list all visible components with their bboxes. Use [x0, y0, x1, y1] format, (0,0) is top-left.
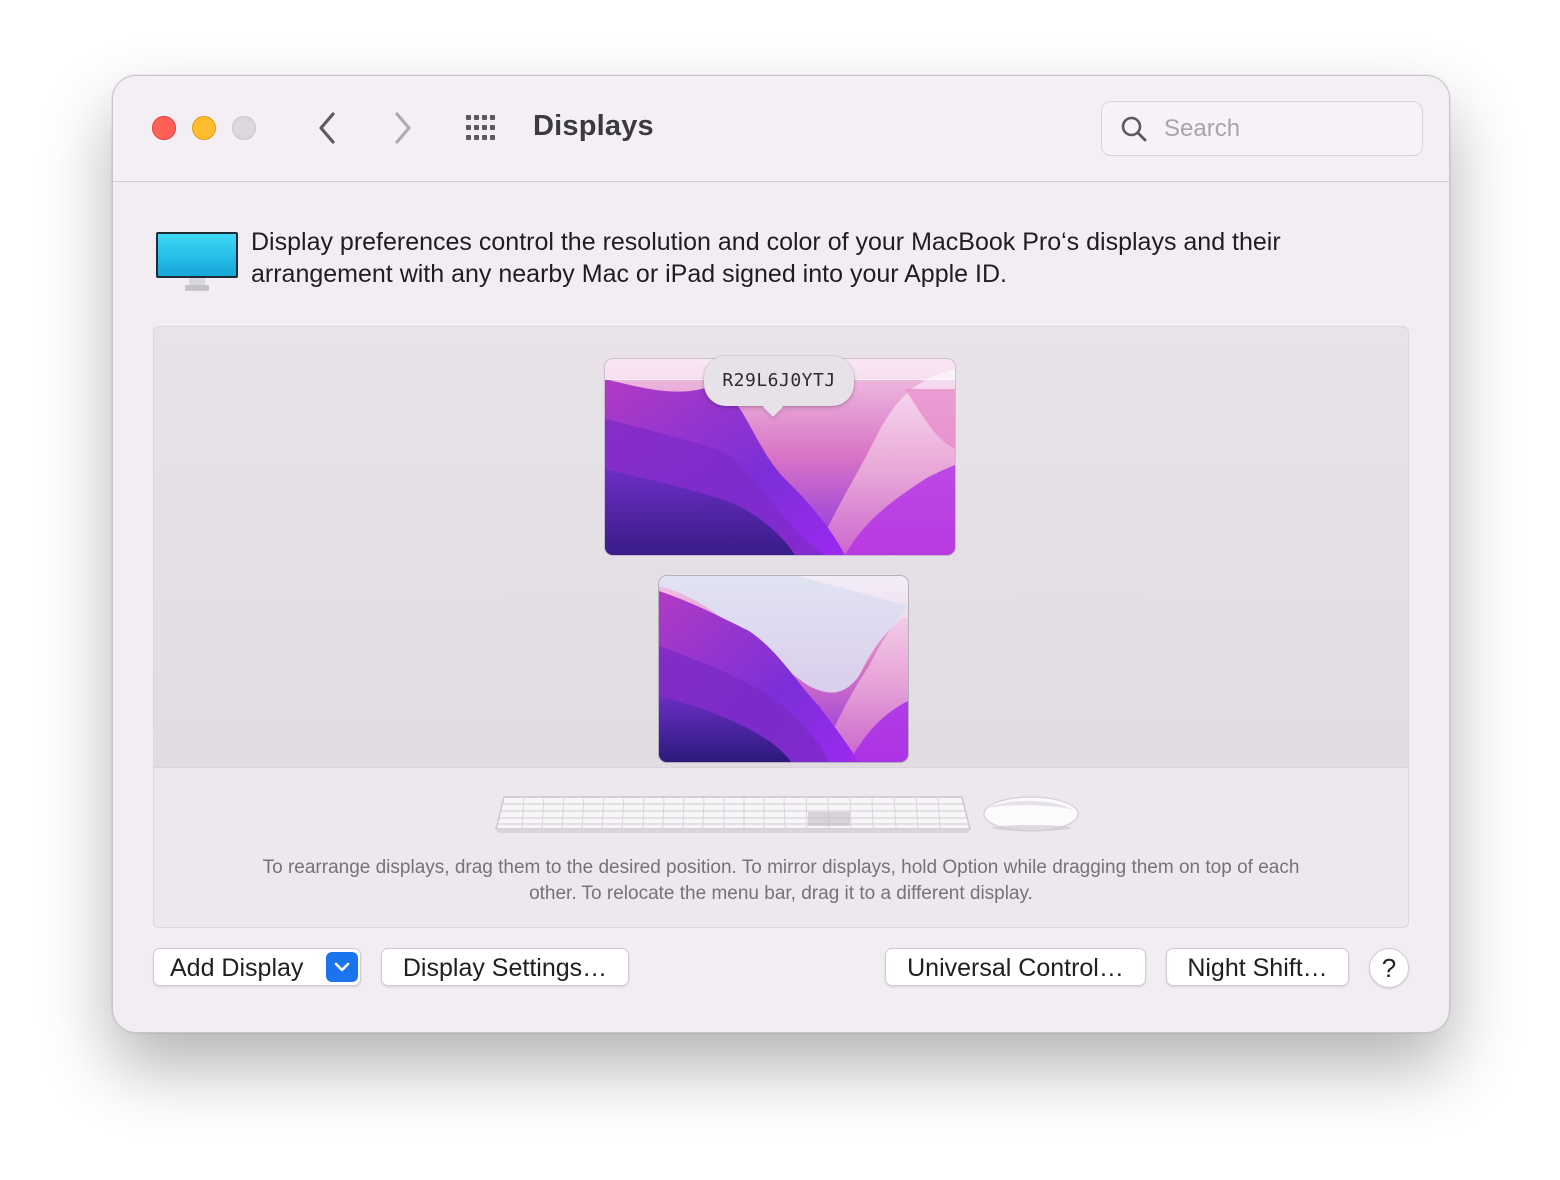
- help-button[interactable]: ?: [1369, 948, 1409, 988]
- minimize-button[interactable]: [192, 116, 216, 140]
- system-preferences-window: Displays Display preferences control the…: [112, 75, 1450, 1033]
- grid-icon: [466, 115, 495, 140]
- window-title: Displays: [533, 110, 654, 142]
- display-arrangement-area: To rearrange displays, drag them to the …: [153, 326, 1409, 928]
- accessories-area: To rearrange displays, drag them to the …: [154, 767, 1408, 927]
- display-monitor-icon: [156, 232, 238, 291]
- back-button[interactable]: [309, 108, 349, 148]
- search-field[interactable]: [1101, 101, 1423, 156]
- add-display-dropdown[interactable]: [326, 952, 358, 982]
- forward-button[interactable]: [383, 108, 423, 148]
- night-shift-button[interactable]: Night Shift…: [1166, 948, 1349, 986]
- add-display-button[interactable]: Add Display: [153, 948, 361, 986]
- show-all-button[interactable]: [463, 112, 503, 144]
- universal-control-button[interactable]: Universal Control…: [885, 948, 1146, 986]
- builtin-display[interactable]: [659, 576, 908, 762]
- arrangement-hint: To rearrange displays, drag them to the …: [262, 857, 1300, 904]
- search-input[interactable]: [1162, 112, 1406, 146]
- chevron-left-icon: [319, 112, 335, 144]
- chevron-down-icon: [334, 962, 350, 972]
- display-name-tooltip: R29L6J0YTJ: [704, 356, 854, 417]
- chevron-right-icon: [395, 112, 411, 144]
- add-display-label: Add Display: [170, 954, 304, 982]
- title-bar: Displays: [113, 76, 1449, 182]
- search-icon: [1121, 116, 1147, 142]
- zoom-button[interactable]: [232, 116, 256, 140]
- display-settings-button[interactable]: Display Settings…: [381, 948, 629, 986]
- description-text: Display preferences control the resoluti…: [251, 228, 1281, 288]
- mouse-icon: [983, 796, 1079, 832]
- close-button[interactable]: [152, 116, 176, 140]
- wallpaper-image: [659, 576, 908, 762]
- tooltip-text: R29L6J0YTJ: [722, 370, 836, 391]
- keyboard-icon: [495, 796, 971, 833]
